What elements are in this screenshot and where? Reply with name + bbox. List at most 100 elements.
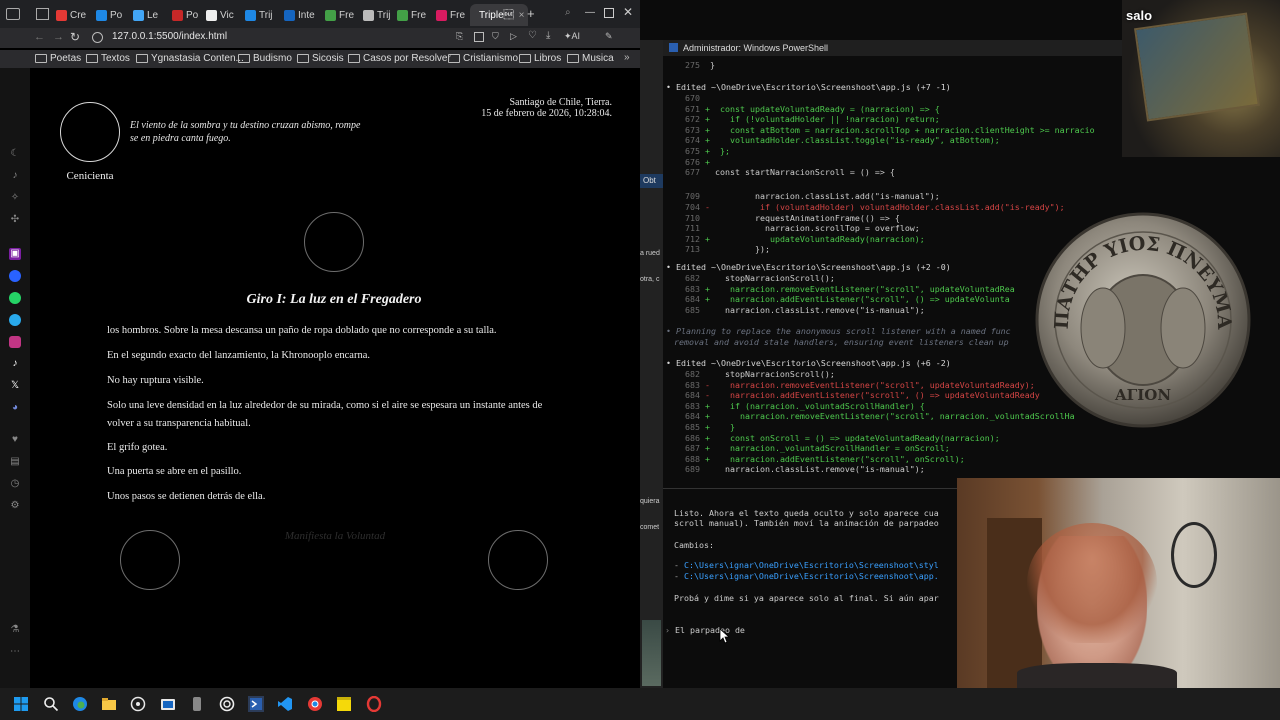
forward-icon[interactable]: → [53,31,64,43]
vscode-icon[interactable] [277,696,293,712]
play-icon[interactable]: ▷ [510,31,517,42]
code-text: } [710,60,715,70]
browser-tab[interactable]: Cre [56,4,86,26]
extensions-icon[interactable]: ⚗ [9,624,21,636]
opera-icon[interactable] [366,696,382,712]
bookmark-folder[interactable]: Budismo [238,53,292,64]
tab-actions-icon[interactable] [6,8,20,20]
new-tab-icon[interactable]: + [527,6,535,21]
history-icon[interactable]: ◷ [9,478,21,490]
powershell-icon[interactable] [248,696,264,712]
browser-tab[interactable]: Po [96,4,122,26]
workspaces-icon[interactable] [36,8,49,20]
browser-tab[interactable]: Fre [397,4,426,26]
line-number: 670 [685,93,700,103]
edge-icon[interactable] [72,696,88,712]
remote-icon[interactable] [189,696,205,712]
assistant-output: Listo. Ahora el texto queda oculto y sol… [665,490,957,688]
code-line: 672 + if (!voluntadHolder || !narracion)… [685,114,940,124]
browser-tab[interactable]: Le [133,4,158,26]
instagram-icon[interactable] [9,336,21,348]
heart-icon[interactable]: ♡ [528,30,537,41]
code-text: narracion._voluntadScrollHandler = onScr… [720,443,950,454]
maximize-icon[interactable] [604,8,614,18]
reload-icon[interactable]: ↻ [70,30,80,44]
bookmark-folder[interactable]: Poetas [35,53,81,64]
epigraph: El viento de la sombra y tu destino cruz… [130,120,361,144]
code-text: const startNarracionScroll = () => { [715,167,895,178]
pen-icon[interactable]: ✎ [605,31,613,42]
more-icon[interactable]: ⋯ [9,646,21,658]
messenger-icon[interactable] [9,270,21,282]
search-icon[interactable] [43,696,59,712]
paragraph: Una puerta se abre en el pasillo. [107,466,242,477]
compass-icon[interactable]: ✣ [9,214,21,226]
browser-tab[interactable]: Vic [206,4,234,26]
bookmark-folder[interactable]: Textos [86,53,130,64]
changed-file-link[interactable]: C:\Users\ignar\OneDrive\Escritorio\Scree… [684,560,939,570]
url-field[interactable]: 127.0.0.1:5500/index.html [112,31,227,42]
minimize-icon[interactable]: — [585,7,595,18]
left-orb[interactable] [120,530,180,590]
manifest-will-button[interactable]: Manifiesta la Voluntad [280,530,390,543]
back-icon[interactable]: ← [34,31,45,43]
windows-start-icon[interactable] [13,696,29,712]
code-line: 684 - narracion.addEventListener("scroll… [685,390,1040,400]
sparkle-icon[interactable]: ✧ [9,192,21,204]
heart-icon[interactable]: ♥ [9,434,21,446]
center-orb[interactable] [304,212,364,272]
close-window-icon[interactable]: ✕ [623,5,633,19]
line-number: 684 [685,411,700,422]
browser-tab[interactable]: Inte [284,4,315,26]
site-info-icon[interactable] [92,32,103,43]
twitch-icon[interactable]: ▣ [9,248,21,260]
bookmarks-overflow-icon[interactable]: » [624,52,630,63]
browser-tab[interactable]: Fre [325,4,354,26]
x-icon[interactable]: 𝕏 [9,380,21,392]
moon-icon[interactable]: ☾ [9,148,21,160]
settings-icon[interactable]: ⚙ [9,500,21,512]
bookmark-folder[interactable]: Sicosis [297,53,344,64]
bookmark-folder[interactable]: Ygnastasia Conten... [136,53,244,64]
file-explorer-icon[interactable] [101,696,117,712]
bullet-icon: • [666,326,676,336]
changed-file-link[interactable]: C:\Users\ignar\OneDrive\Escritorio\Scree… [684,571,939,581]
close-icon[interactable]: × [519,10,525,21]
book-icon[interactable]: ▤ [9,456,21,468]
sticky-notes-icon[interactable] [336,696,352,712]
shield-icon[interactable]: ⛉ [492,31,499,42]
prompt-input[interactable]: El parpadeo de [675,625,745,635]
search-tabs-icon[interactable]: ⌕ [565,7,571,18]
avatar-circle[interactable] [60,102,120,162]
bookmark-folder[interactable]: Libros [519,53,561,64]
bookmark-folder[interactable]: Cristianismo [448,53,518,64]
whatsapp-icon[interactable] [9,292,21,304]
code-line: 688 + narracion.addEventListener("scroll… [685,454,965,464]
browser-tab[interactable]: Trij [363,4,391,26]
store-icon[interactable] [160,696,176,712]
discord-icon[interactable]: ◕ [9,402,21,414]
browser-tab[interactable]: Trij [245,4,273,26]
chrome-icon[interactable] [307,696,323,712]
ai-icon[interactable]: ✦AI [564,31,580,42]
browser-tab[interactable]: Po [172,4,198,26]
code-line: 685 + } [685,422,735,432]
telegram-icon[interactable] [9,314,21,326]
bookmark-folder[interactable]: Musica [567,53,614,64]
screenshot-icon[interactable] [474,32,484,42]
bell-icon[interactable]: ♪ [9,170,21,182]
bookmark-folder[interactable]: Casos por Resolver [348,53,451,64]
bookmark-page-icon[interactable]: ⎘ [456,31,463,42]
tiktok-icon[interactable]: ♪ [9,358,21,370]
browser-tab[interactable]: Fre [436,4,465,26]
tab-active[interactable]: Triple × [470,4,528,26]
download-icon[interactable]: ⤓ [546,30,550,41]
whatsapp-icon[interactable] [130,696,146,712]
chatgpt-icon[interactable] [219,696,235,712]
line-number: 685 [685,304,700,315]
right-orb[interactable] [488,530,548,590]
